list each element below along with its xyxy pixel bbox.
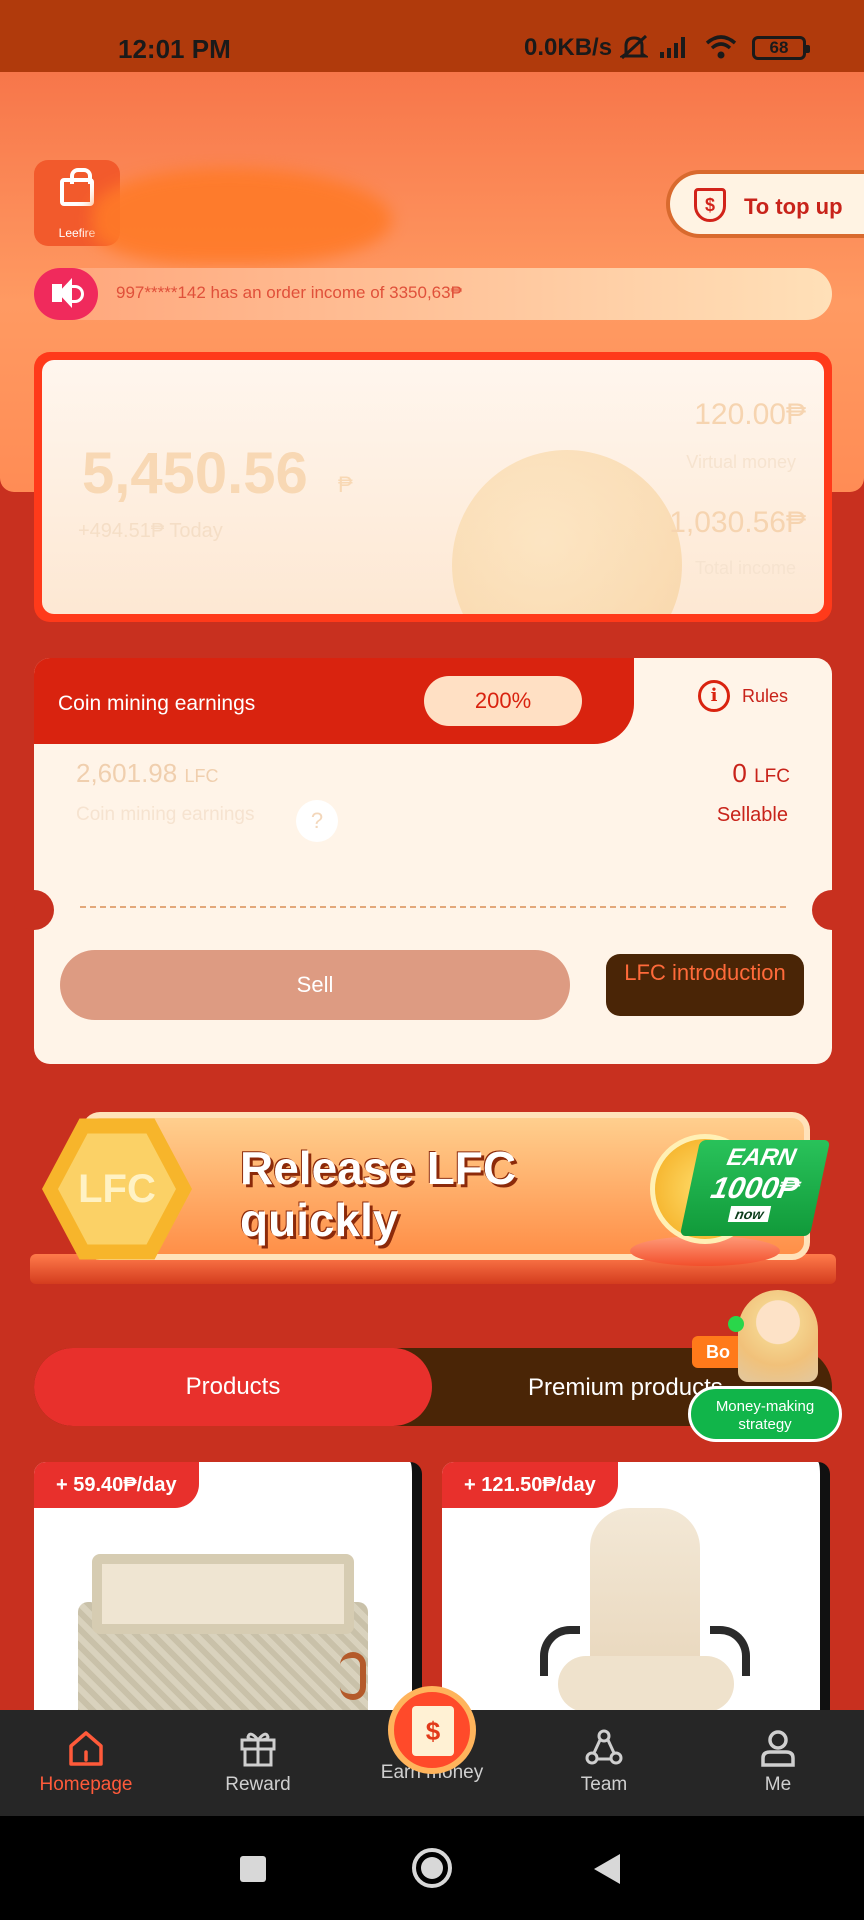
nav-team-label: Team xyxy=(580,1774,628,1795)
top-up-button[interactable]: $ To top up xyxy=(666,170,864,238)
lfc-introduction-button[interactable]: LFC introduction xyxy=(606,954,804,1016)
balance-currency: ₱ xyxy=(338,472,353,497)
battery-indicator: 68 xyxy=(752,36,810,60)
gift-icon xyxy=(240,1732,276,1767)
daily-rate-tag: + 121.50₱/day xyxy=(442,1462,618,1508)
system-navigation-bar xyxy=(0,1816,864,1920)
mute-icon xyxy=(620,34,648,60)
money-making-strategy-float[interactable]: Bo Money-making strategy xyxy=(688,1290,844,1442)
balance-card: 5,450.56 ₱ +494.51₱ Today 120.00₱ Virtua… xyxy=(34,352,832,622)
release-lfc-banner[interactable]: LFC Release LFC quickly EARN 1000₱ now xyxy=(30,1104,836,1304)
bag-icon xyxy=(60,168,94,206)
mining-header: Coin mining earnings 200% xyxy=(34,658,634,744)
recents-button[interactable] xyxy=(240,1856,266,1882)
basket-image xyxy=(78,1542,368,1712)
ticker-text: 997*****142 has an order income of 3350,… xyxy=(116,283,462,302)
mining-earnings-label: Coin mining earnings xyxy=(76,804,255,825)
top-up-label: To top up xyxy=(744,194,843,219)
mining-card: Coin mining earnings 200% i Rules 2,601.… xyxy=(14,658,852,1064)
network-speed: 0.0KB/s xyxy=(524,34,613,61)
earn-money-fab[interactable]: $ xyxy=(388,1686,476,1774)
team-icon xyxy=(585,1729,623,1765)
earn-badge: EARN 1000₱ now xyxy=(679,1140,831,1236)
globe-decoration xyxy=(452,450,682,614)
total-income-value: 1,030.56₱ xyxy=(669,506,806,539)
virtual-money-label: Virtual money xyxy=(686,452,796,472)
sellable-number: 0 xyxy=(732,758,747,788)
wifi-icon xyxy=(705,35,737,59)
ticket-notch-left xyxy=(14,890,54,930)
status-time: 12:01 PM xyxy=(118,34,231,64)
banner-line-1: Release LFC xyxy=(240,1142,517,1194)
sellable-value: 0 LFC xyxy=(732,758,790,789)
nav-reward[interactable]: Reward xyxy=(188,1728,328,1796)
mining-percent-badge: 200% xyxy=(424,676,582,726)
earn-label: EARN xyxy=(724,1144,799,1171)
product-card[interactable]: + 121.50₱/day xyxy=(442,1462,830,1712)
nav-me-label: Me xyxy=(764,1774,792,1795)
rules-label: Rules xyxy=(742,686,789,706)
sellable-unit: LFC xyxy=(754,766,790,787)
nav-reward-label: Reward xyxy=(225,1774,291,1795)
speaker-icon xyxy=(34,268,98,320)
ticket-notch-right xyxy=(812,890,852,930)
sell-button[interactable]: Sell xyxy=(60,950,570,1020)
mining-earnings-number: 2,601.98 xyxy=(76,758,178,788)
nav-homepage-label: Homepage xyxy=(39,1774,133,1795)
person-icon xyxy=(761,1730,795,1767)
dollar-shield-icon: $ xyxy=(694,188,726,222)
mining-earnings-unit: LFC xyxy=(184,766,219,786)
banner-headline: Release LFC quickly xyxy=(240,1142,516,1246)
nav-me[interactable]: Me xyxy=(708,1728,848,1796)
status-bar: 12:01 PM 0.0KB/s 68 xyxy=(0,0,864,72)
virtual-money-value: 120.00₱ xyxy=(694,398,806,431)
strategy-button[interactable]: Money-making strategy xyxy=(688,1386,842,1442)
earn-now: now xyxy=(727,1206,772,1222)
assistant-avatar xyxy=(738,1290,818,1382)
sellable-label: Sellable xyxy=(716,804,788,826)
nav-homepage[interactable]: Homepage xyxy=(16,1728,156,1796)
announcement-ticker: 997*****142 has an order income of 3350,… xyxy=(34,268,832,320)
back-button[interactable] xyxy=(594,1854,620,1884)
money-bill-icon: $ xyxy=(412,1706,454,1756)
help-icon[interactable]: ? xyxy=(296,800,338,842)
home-icon xyxy=(69,1731,103,1766)
daily-rate-tag: + 59.40₱/day xyxy=(34,1462,199,1508)
banner-line-2: quickly xyxy=(240,1194,399,1246)
office-chair-image xyxy=(540,1508,750,1712)
mining-title: Coin mining earnings xyxy=(58,692,256,715)
earn-amount: 1000₱ xyxy=(708,1172,802,1205)
nav-team[interactable]: Team xyxy=(534,1728,674,1796)
total-income-label: Total income xyxy=(694,558,796,578)
online-dot xyxy=(728,1316,744,1332)
bonus-tag: Bo xyxy=(692,1336,744,1368)
info-icon: i xyxy=(698,680,730,712)
today-income: +494.51₱ Today xyxy=(78,520,223,542)
mining-earnings-value: 2,601.98 LFC xyxy=(76,758,218,789)
tab-products[interactable]: Products xyxy=(34,1348,432,1426)
product-card[interactable]: + 59.40₱/day xyxy=(34,1462,422,1712)
balance-amount: 5,450.56 xyxy=(82,441,308,506)
dashed-divider xyxy=(80,906,786,908)
signal-icon xyxy=(660,37,685,58)
home-button[interactable] xyxy=(412,1848,452,1888)
